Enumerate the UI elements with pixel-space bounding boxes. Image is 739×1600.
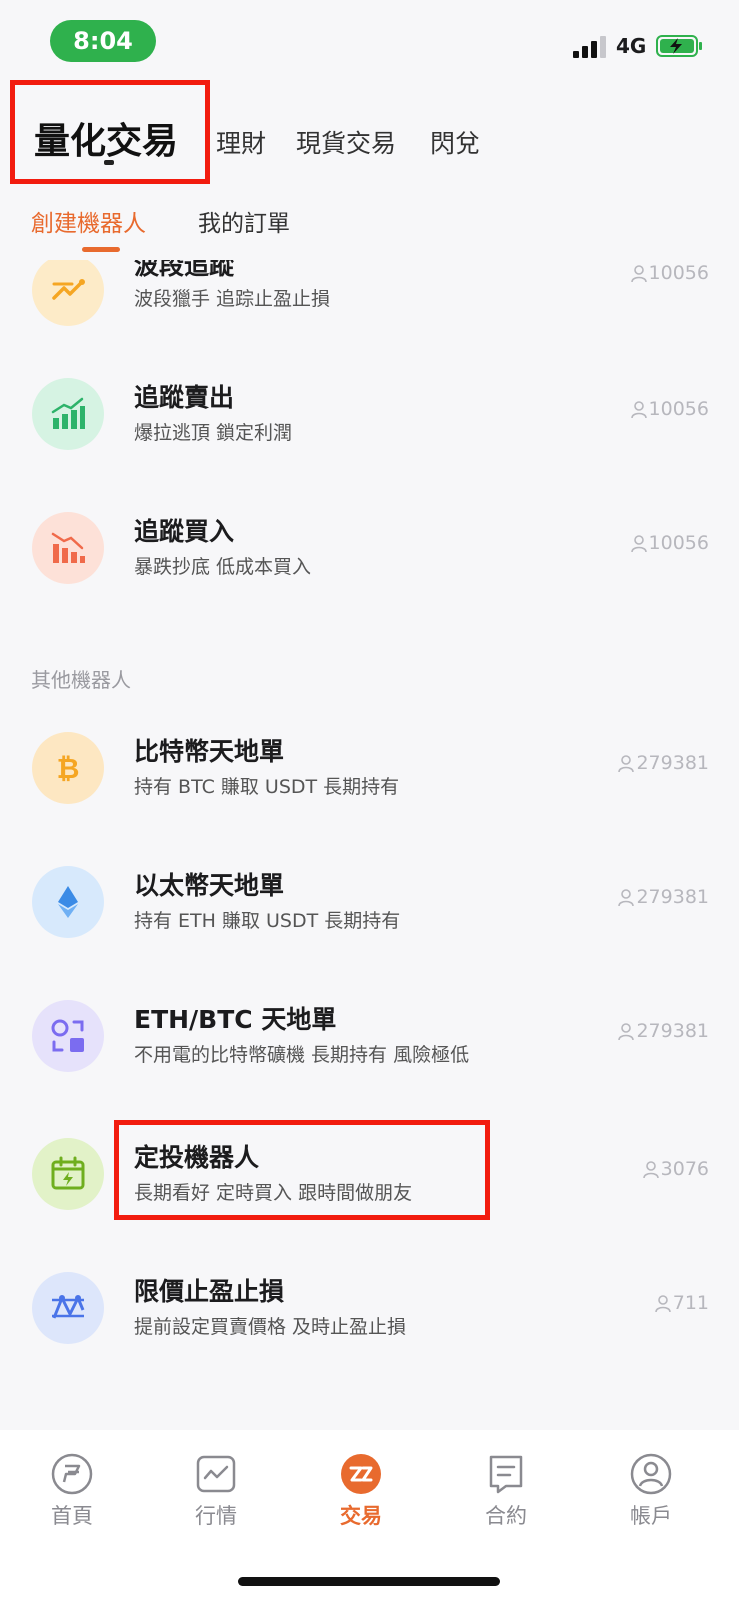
- person-icon: [630, 534, 647, 552]
- icon-badge: [32, 1138, 104, 1210]
- highlight-box-dca-bot: [114, 1120, 490, 1220]
- cell-signal-icon: [573, 36, 606, 58]
- person-icon: [630, 400, 647, 418]
- tab-spot-trading[interactable]: 現貨交易: [296, 124, 396, 160]
- subtab-underline: [82, 247, 120, 252]
- icon-badge: [32, 1272, 104, 1344]
- bottom-nav: 首頁 行情 交易 合約 帳戶: [0, 1430, 739, 1600]
- list-item-btc-grid[interactable]: ₿ 比特幣天地單 持有 BTC 賺取 USDT 長期持有 279381: [0, 732, 739, 832]
- subtab-create-bot[interactable]: 創建機器人: [31, 204, 146, 238]
- person-icon: [618, 754, 635, 772]
- app-screen: 8:04 4G 量化交易 理財 現貨交易 閃兌 創建機器人 我的訂單 波段追蹤 …: [0, 0, 739, 1600]
- nav-contract[interactable]: 合約: [456, 1452, 556, 1530]
- tab-wealth[interactable]: 理財: [216, 124, 266, 160]
- item-subtitle: 爆拉逃頂 鎖定利潤: [134, 422, 293, 444]
- icon-badge: [32, 378, 104, 450]
- ethereum-icon: [58, 886, 78, 918]
- icon-badge: [32, 260, 104, 326]
- subtab-my-orders[interactable]: 我的訂單: [198, 204, 290, 238]
- list-item-ethbtc-grid[interactable]: ETH/BTC 天地單 不用電的比特幣礦機 長期持有 風險極低 279381: [0, 1000, 739, 1100]
- user-count: 711: [654, 1292, 709, 1314]
- limit-price-icon: [52, 1295, 85, 1319]
- nav-label: 行情: [195, 1504, 237, 1528]
- user-count: 10056: [630, 532, 709, 554]
- home-icon: [51, 1453, 93, 1495]
- item-subtitle: 波段獵手 追踪止盈止損: [134, 288, 331, 310]
- item-title: ETH/BTC 天地單: [134, 1005, 337, 1034]
- person-icon: [630, 264, 647, 282]
- svg-text:₿: ₿: [57, 752, 80, 785]
- icon-badge: [32, 866, 104, 938]
- network-type: 4G: [616, 34, 647, 58]
- nav-trade[interactable]: 交易: [311, 1452, 411, 1530]
- person-icon: [654, 1294, 671, 1312]
- nav-label: 首頁: [51, 1504, 93, 1528]
- item-title: 波段追蹤: [134, 260, 235, 280]
- status-time: 8:04: [50, 20, 156, 62]
- list-item-trailing-buy[interactable]: 追蹤買入 暴跌抄底 低成本買入 10056: [0, 512, 739, 612]
- icon-badge: ₿: [32, 732, 104, 804]
- nav-label: 合約: [485, 1504, 527, 1528]
- bitcoin-icon: ₿: [57, 752, 80, 785]
- user-count: 10056: [630, 398, 709, 420]
- user-count: 279381: [618, 752, 709, 774]
- home-indicator: [238, 1577, 500, 1586]
- person-icon: [618, 888, 635, 906]
- item-subtitle: 不用電的比特幣礦機 長期持有 風險極低: [134, 1044, 470, 1066]
- battery-charging-icon: [656, 35, 702, 57]
- trade-icon: [341, 1454, 381, 1494]
- contract-icon: [489, 1455, 523, 1494]
- user-count: 10056: [630, 262, 709, 284]
- item-title: 追蹤買入: [134, 517, 235, 546]
- item-subtitle: 持有 BTC 賺取 USDT 長期持有: [134, 776, 400, 798]
- item-title: 追蹤賣出: [134, 383, 235, 412]
- list-item-eth-grid[interactable]: 以太幣天地單 持有 ETH 賺取 USDT 長期持有 279381: [0, 866, 739, 966]
- trend-down-bars-icon: [51, 532, 85, 563]
- list-item-limit-tpsl[interactable]: 限價止盈止損 提前設定買賣價格 及時止盈止損 711: [0, 1272, 739, 1372]
- account-icon: [630, 1453, 672, 1495]
- item-title: 以太幣天地單: [134, 871, 285, 900]
- nav-label: 交易: [340, 1504, 382, 1528]
- user-count: 3076: [642, 1158, 709, 1180]
- list-item-trailing-sell[interactable]: 追蹤賣出 爆拉逃頂 鎖定利潤 10056: [0, 378, 739, 478]
- bot-list[interactable]: 波段追蹤 波段獵手 追踪止盈止損 10056 追蹤賣出 爆拉逃頂 鎖定利潤 10…: [0, 260, 739, 1430]
- user-count: 279381: [618, 1020, 709, 1042]
- nav-home[interactable]: 首頁: [22, 1452, 122, 1530]
- item-subtitle: 持有 ETH 賺取 USDT 長期持有: [134, 910, 401, 932]
- status-bar: 8:04 4G: [0, 0, 739, 80]
- nav-account[interactable]: 帳戶: [601, 1452, 701, 1530]
- tab-flash-swap[interactable]: 閃兌: [430, 124, 480, 160]
- calendar-bolt-icon: [51, 1156, 85, 1190]
- item-subtitle: 暴跌抄底 低成本買入: [134, 556, 312, 578]
- swing-tracking-icon: [52, 279, 85, 300]
- icon-badge: [32, 512, 104, 584]
- nav-label: 帳戶: [630, 1504, 672, 1528]
- item-title: 比特幣天地單: [134, 737, 285, 766]
- highlight-box-quant-tab: [10, 80, 210, 184]
- user-count: 279381: [618, 886, 709, 908]
- trend-up-bars-icon: [51, 397, 85, 429]
- list-item-swing-tracking[interactable]: 波段追蹤 波段獵手 追踪止盈止損 10056: [0, 260, 739, 354]
- nav-market[interactable]: 行情: [166, 1452, 266, 1530]
- market-chart-icon: [196, 1455, 236, 1493]
- item-title: 限價止盈止損: [134, 1277, 285, 1306]
- person-icon: [642, 1160, 659, 1178]
- icon-badge: [32, 1000, 104, 1072]
- person-icon: [618, 1022, 635, 1040]
- item-subtitle: 提前設定買賣價格 及時止盈止損: [134, 1316, 407, 1338]
- section-label-other-bots: 其他機器人: [31, 668, 131, 692]
- swap-squares-icon: [51, 1019, 84, 1052]
